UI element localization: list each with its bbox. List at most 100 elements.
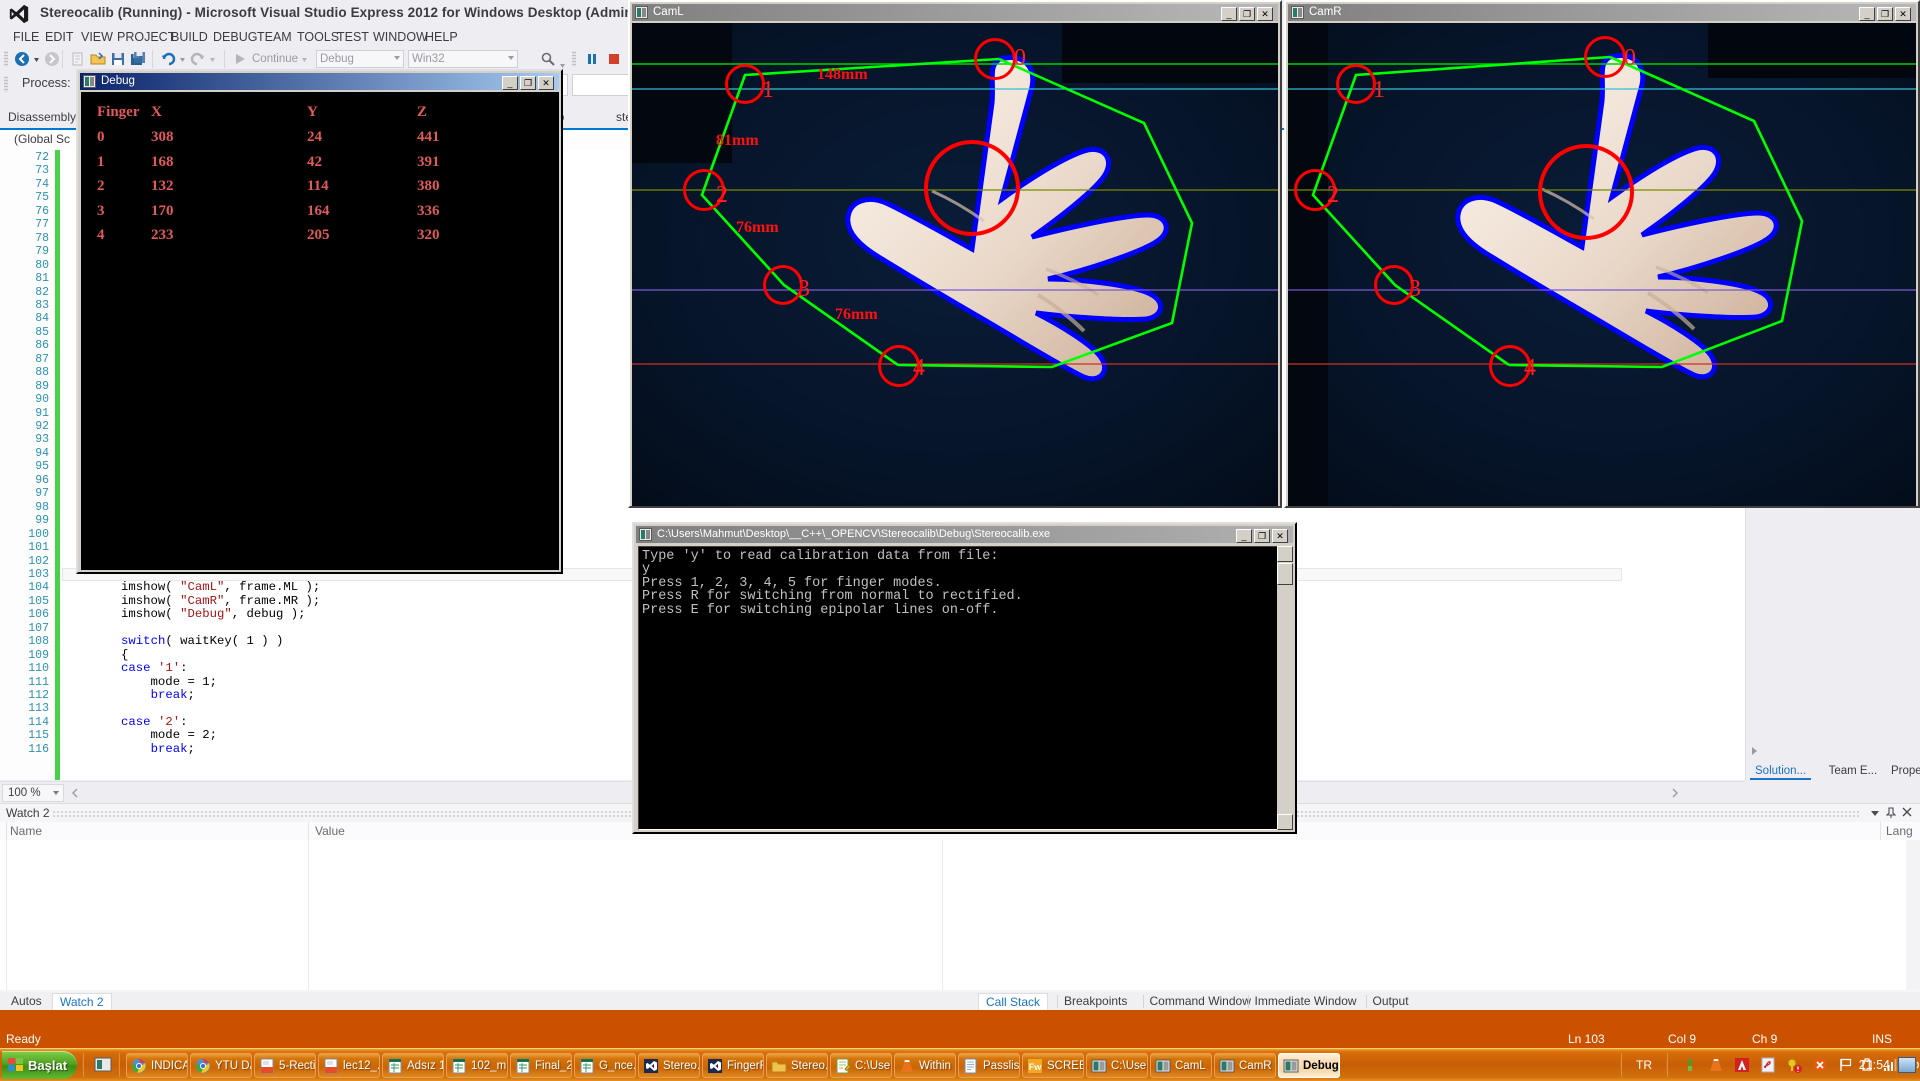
console-scroll-thumb[interactable] [1277,563,1293,585]
code-line[interactable]: break; [62,744,195,756]
watch-close-icon[interactable] [1902,807,1912,817]
camr-close-button[interactable]: ✕ [1895,7,1911,21]
menu-help[interactable]: HELP [420,27,463,47]
avira-tray-icon[interactable] [1734,1057,1750,1073]
panel-overflow-icon[interactable] [1750,746,1760,756]
watch-vscrollbar[interactable] [1906,840,1920,990]
undo-icon[interactable] [160,51,176,67]
code-line[interactable]: switch( waitKey( 1 ) ) [62,636,283,648]
taskbar-button-18[interactable]: Debug [1278,1053,1340,1078]
code-line[interactable]: case '1': [62,663,188,675]
navigate-forward-icon[interactable] [44,51,60,67]
camr-window[interactable]: CamR _ ❐ ✕ [1284,0,1920,508]
taskbar-button-2[interactable]: 5-Recti... [254,1053,316,1078]
console-scroll-up-button[interactable] [1277,546,1293,562]
bottom-tab-command-window[interactable]: Command Window [1143,993,1258,1010]
caml-image-canvas[interactable]: 0 1 2 3 4 148mm 81mm 76mm 76mm [632,23,1278,506]
show-desktop-button[interactable] [1898,1057,1916,1073]
start-button[interactable]: Başlat [2,1051,77,1079]
utorrent-tray-icon[interactable] [1682,1057,1698,1073]
bottom-tab-immediate-window[interactable]: Immediate Window [1248,993,1364,1010]
watch-tab-autos[interactable]: Autos [4,993,49,1010]
taskbar-button-1[interactable]: YTÜ DA... [190,1053,252,1078]
menu-team[interactable]: TEAM [252,27,297,47]
taskbar-button-6[interactable]: Final_2... [510,1053,572,1078]
taskbar-button-12[interactable]: Within ... [894,1053,956,1078]
camr-image-canvas[interactable]: 0 1 2 3 4 [1288,23,1916,506]
bottom-tab-output[interactable]: Output [1366,993,1416,1010]
caml-close-button[interactable]: ✕ [1257,7,1273,21]
show-desktop-quicklaunch-icon[interactable] [94,1056,112,1074]
watch-rows-area[interactable] [0,840,1920,990]
debug-data-window[interactable]: Debug _ ❐ ✕ FingerXYZ0308244411168423912… [76,69,563,574]
taskbar-button-11[interactable]: C:\Use... [830,1053,892,1078]
bottom-tab-call-stack[interactable]: Call Stack [978,993,1048,1010]
debug-location-grip[interactable] [4,76,8,92]
taskbar-button-7[interactable]: G_nce... [574,1053,636,1078]
taskbar-button-13[interactable]: Passlist... [958,1053,1020,1078]
alarm-tray-icon[interactable] [1812,1057,1828,1073]
navigate-back-icon[interactable] [14,51,30,67]
watch-col-name[interactable]: Name [10,824,42,838]
caml-minimize-button[interactable]: _ [1221,7,1237,21]
acrobat-tray-icon[interactable] [1760,1057,1776,1073]
taskbar-button-9[interactable]: FingerF... [702,1053,764,1078]
code-line[interactable]: mode = 2; [62,730,217,742]
menu-file[interactable]: FILE [8,27,44,47]
right-tab-1[interactable]: Team E... [1824,762,1883,780]
back-dropdown-icon[interactable] [32,51,41,67]
taskbar-button-14[interactable]: FwSCREE... [1022,1053,1084,1078]
taskbar-button-4[interactable]: Adsız 1... [382,1053,444,1078]
console-minimize-button[interactable]: _ [1236,529,1252,543]
debug-minimize-button[interactable]: _ [502,76,518,90]
code-line[interactable]: mode = 1; [62,677,217,689]
debug-window-titlebar[interactable]: Debug _ ❐ ✕ [80,73,559,90]
console-titlebar[interactable]: C:\Users\Mahmut\Desktop\__C++\_OPENCV\St… [636,526,1293,543]
continue-play-icon[interactable] [232,51,248,67]
language-indicator[interactable]: TR [1636,1058,1652,1072]
toolbar-grip[interactable] [4,51,8,67]
open-file-icon[interactable] [90,51,106,67]
console-output[interactable]: Type 'y' to read calibration data from f… [638,546,1291,830]
toolbar-grip-2[interactable] [572,51,576,67]
scroll-right-icon[interactable] [1670,787,1680,799]
redo-icon[interactable] [190,51,206,67]
tab-disassembly[interactable]: Disassembly [2,107,82,129]
camr-titlebar[interactable]: CamR _ ❐ ✕ [1288,4,1916,21]
debug-close-button[interactable]: ✕ [538,76,554,90]
console-window[interactable]: C:\Users\Mahmut\Desktop\__C++\_OPENCV\St… [632,522,1297,834]
right-tab-0[interactable]: Solution... [1750,762,1811,780]
taskbar-button-3[interactable]: lec12_... [318,1053,380,1078]
taskbar-button-16[interactable]: CamL [1150,1053,1212,1078]
break-all-icon[interactable] [584,51,600,67]
right-tab-2[interactable]: Properti... [1886,762,1920,780]
security-warning-tray-icon[interactable] [1786,1057,1802,1073]
global-scope-label[interactable]: (Global Sc [14,132,70,146]
taskbar-button-5[interactable]: 102_m... [446,1053,508,1078]
console-scroll-down-button[interactable] [1277,814,1293,830]
code-line[interactable]: imshow( "CamL", frame.ML ); [62,582,320,594]
save-icon[interactable] [110,51,126,67]
code-line[interactable]: imshow( "CamR", frame.MR ); [62,596,320,608]
flag-tray-icon[interactable] [1838,1057,1854,1073]
scroll-left-icon[interactable] [70,787,80,799]
stop-debugging-icon[interactable] [606,51,622,67]
console-close-button[interactable]: ✕ [1272,529,1288,543]
caml-titlebar[interactable]: CamL _ ❐ ✕ [632,4,1278,21]
taskbar-button-15[interactable]: C:\Use... [1086,1053,1148,1078]
find-icon[interactable] [540,51,556,67]
watch-pin-icon[interactable] [1886,807,1896,819]
caml-maximize-button[interactable]: ❐ [1239,7,1255,21]
taskbar-button-10[interactable]: Stereo... [766,1053,828,1078]
code-line[interactable]: { [62,650,128,662]
redo-dropdown-icon[interactable] [208,51,217,67]
solution-platform-combo[interactable]: Win32 [408,50,518,68]
zoom-level-combo[interactable]: 100 % [2,784,64,802]
continue-label[interactable]: Continue [252,53,298,65]
camr-maximize-button[interactable]: ❐ [1877,7,1893,21]
camr-minimize-button[interactable]: _ [1859,7,1875,21]
code-line[interactable]: imshow( "Debug", debug ); [62,609,306,621]
bottom-tab-breakpoints[interactable]: Breakpoints [1057,993,1134,1010]
menu-build[interactable]: BUILD [166,27,213,47]
code-line[interactable]: case '2': [62,717,188,729]
